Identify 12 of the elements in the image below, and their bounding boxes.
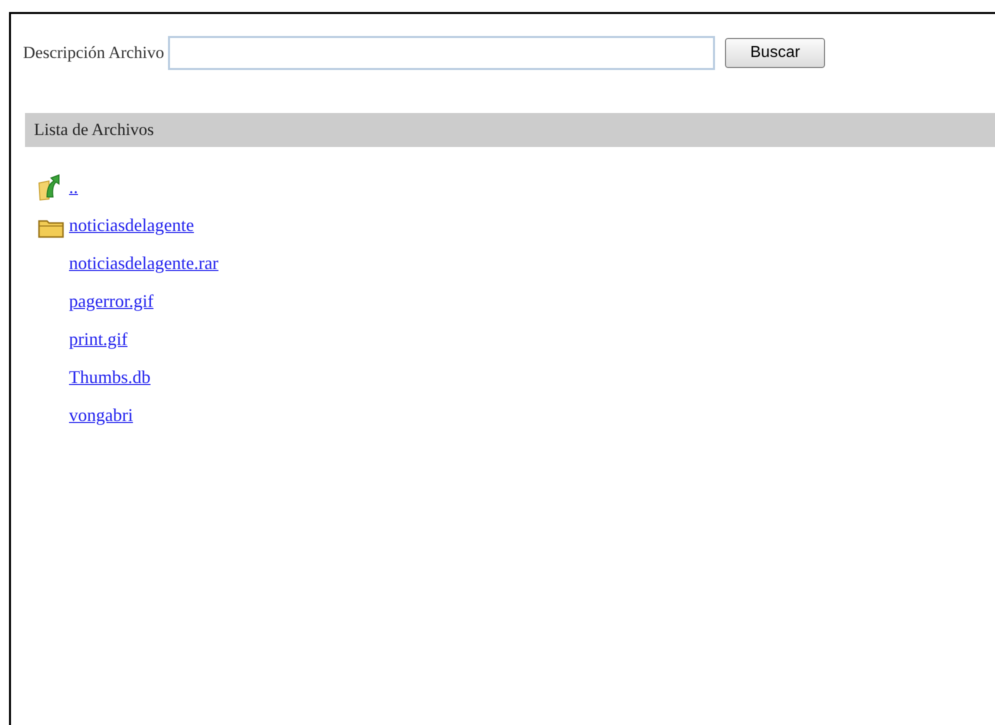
field-label: Descripción Archivo xyxy=(23,42,164,64)
list-header: Lista de Archivos xyxy=(25,113,995,147)
folder-up-arrow-icon xyxy=(37,173,61,201)
search-field[interactable] xyxy=(168,36,716,70)
file-link[interactable]: print.gif xyxy=(69,326,128,355)
file-link[interactable]: pagerror.gif xyxy=(69,288,154,317)
file-link[interactable]: noticiasdelagente.rar xyxy=(69,250,218,279)
parent-folder-link[interactable]: .. xyxy=(69,174,78,203)
folder-link[interactable]: noticiasdelagente xyxy=(69,212,194,241)
file-link[interactable]: vongabri xyxy=(69,402,133,431)
search-button[interactable]: Buscar xyxy=(725,38,826,68)
file-link[interactable]: Thumbs.db xyxy=(69,364,151,393)
